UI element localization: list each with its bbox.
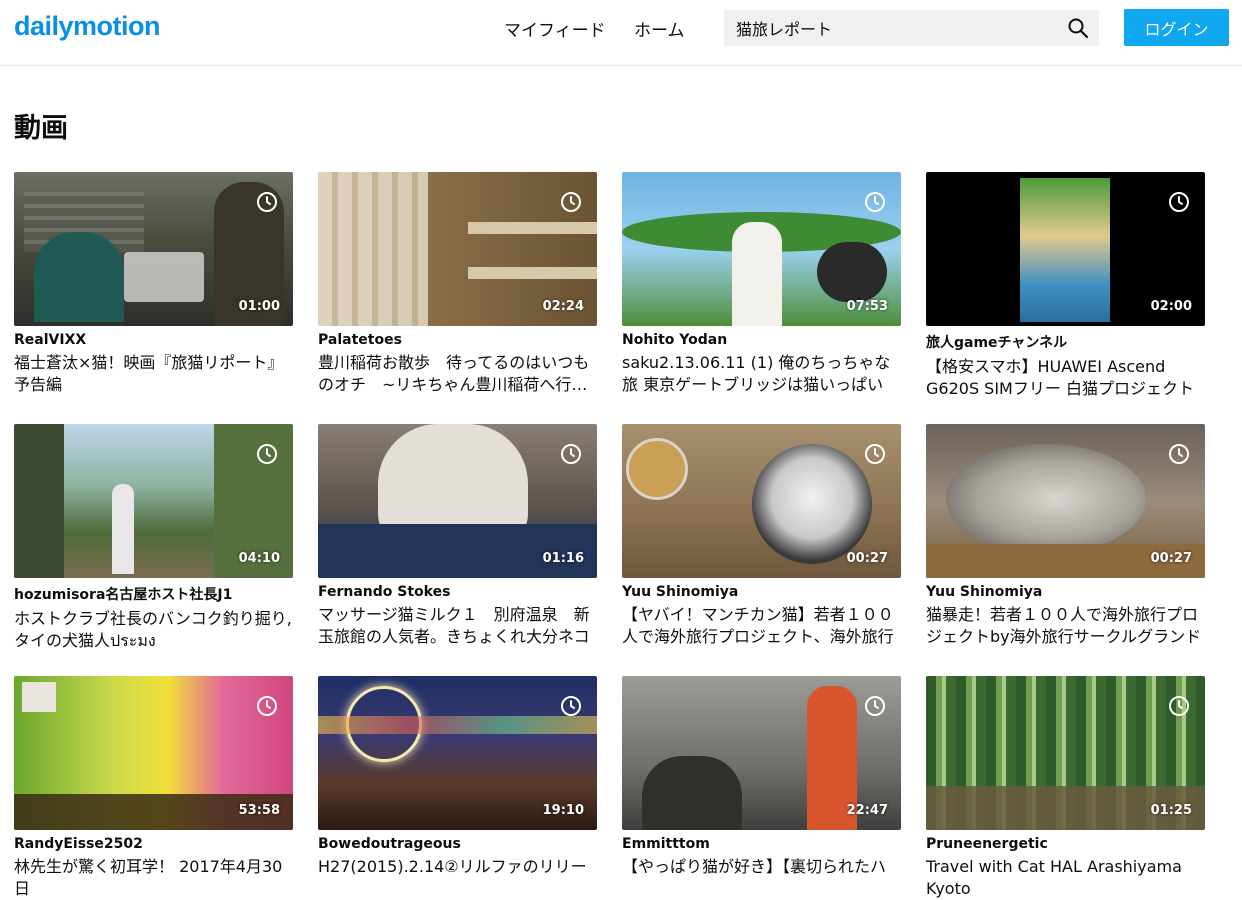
search-box	[724, 10, 1099, 46]
video-owner[interactable]: Emmitttom	[622, 836, 901, 852]
video-title[interactable]: H27(2015).2.14②リルファのリリー	[318, 856, 597, 900]
video-owner[interactable]: 旅人gameチャンネル	[926, 332, 1205, 352]
top-header: dailymotion マイフィード ホーム ログイン	[0, 0, 1242, 66]
video-thumbnail[interactable]: 01:16	[318, 424, 597, 578]
video-title[interactable]: 【格安スマホ】HUAWEI Ascend G620S SIMフリー 白猫プロジェ…	[926, 356, 1205, 400]
video-title[interactable]: 福士蒼汰×猫！映画『旅猫リポート』予告編	[14, 352, 293, 396]
video-card[interactable]: 01:25 Pruneenergetic Travel with Cat HAL…	[926, 676, 1205, 900]
video-owner[interactable]: Palatetoes	[318, 332, 597, 348]
video-duration: 00:27	[1150, 551, 1192, 566]
video-owner[interactable]: Bowedoutrageous	[318, 836, 597, 852]
dailymotion-logo[interactable]: dailymotion	[14, 11, 161, 42]
section-title-videos: 動画	[14, 113, 68, 144]
video-owner[interactable]: Fernando Stokes	[318, 584, 597, 600]
video-owner[interactable]: RealVIXX	[14, 332, 293, 348]
video-owner[interactable]: Pruneenergetic	[926, 836, 1205, 852]
video-duration: 22:47	[846, 803, 888, 818]
video-thumbnail[interactable]: 02:24	[318, 172, 597, 326]
video-owner[interactable]: Yuu Shinomiya	[926, 584, 1205, 600]
watch-later-icon[interactable]	[864, 191, 886, 213]
nav-my-feed[interactable]: マイフィード	[504, 16, 606, 41]
video-title[interactable]: saku2.13.06.11 (1) 俺のちっちゃな旅 東京ゲートブリッジは猫い…	[622, 352, 901, 396]
video-title[interactable]: マッサージ猫ミルク１ 別府温泉 新玉旅館の人気者。きちょくれ大分ネコ	[318, 604, 597, 648]
video-title[interactable]: 林先生が驚く初耳学！ 2017年4月30日	[14, 856, 293, 900]
video-card[interactable]: 00:27 Yuu Shinomiya 【ヤバイ！マンチカン猫】若者１００人で海…	[622, 424, 901, 648]
video-owner[interactable]: hozumisora名古屋ホスト社長J1	[14, 584, 293, 604]
video-card[interactable]: 07:53 Nohito Yodan saku2.13.06.11 (1) 俺の…	[622, 172, 901, 396]
watch-later-icon[interactable]	[560, 191, 582, 213]
video-card[interactable]: 02:24 Palatetoes 豊川稲荷お散歩 待ってるのはいつものオチ ~リ…	[318, 172, 597, 396]
video-thumbnail[interactable]: 07:53	[622, 172, 901, 326]
video-duration: 07:53	[846, 299, 888, 314]
nav-home[interactable]: ホーム	[634, 16, 685, 41]
video-thumbnail[interactable]: 53:58	[14, 676, 293, 830]
watch-later-icon[interactable]	[864, 443, 886, 465]
watch-later-icon[interactable]	[256, 695, 278, 717]
video-thumbnail[interactable]: 19:10	[318, 676, 597, 830]
video-card[interactable]: 00:27 Yuu Shinomiya 猫暴走！若者１００人で海外旅行プロジェク…	[926, 424, 1205, 648]
video-card[interactable]: 22:47 Emmitttom 【やっぱり猫が好き】【裏切られたハ	[622, 676, 901, 900]
video-card[interactable]: 01:16 Fernando Stokes マッサージ猫ミルク１ 別府温泉 新玉…	[318, 424, 597, 648]
video-thumbnail[interactable]: 01:00	[14, 172, 293, 326]
video-owner[interactable]: RandyEisse2502	[14, 836, 293, 852]
watch-later-icon[interactable]	[1168, 191, 1190, 213]
video-title[interactable]: Travel with Cat HAL Arashiyama Kyoto	[926, 856, 1205, 900]
video-thumbnail[interactable]: 04:10	[14, 424, 293, 578]
video-card[interactable]: 01:00 RealVIXX 福士蒼汰×猫！映画『旅猫リポート』予告編	[14, 172, 293, 396]
video-owner[interactable]: Nohito Yodan	[622, 332, 901, 348]
watch-later-icon[interactable]	[1168, 443, 1190, 465]
video-duration: 01:25	[1150, 803, 1192, 818]
video-duration: 02:24	[542, 299, 584, 314]
video-duration: 00:27	[846, 551, 888, 566]
video-title[interactable]: 【やっぱり猫が好き】【裏切られたハ	[622, 856, 901, 900]
video-title[interactable]: 豊川稲荷お散歩 待ってるのはいつものオチ ~リキちゃん豊川稲荷へ行く~	[318, 352, 597, 396]
video-card[interactable]: 02:00 旅人gameチャンネル 【格安スマホ】HUAWEI Ascend G…	[926, 172, 1205, 400]
watch-later-icon[interactable]	[864, 695, 886, 717]
video-thumbnail[interactable]: 22:47	[622, 676, 901, 830]
login-button[interactable]: ログイン	[1124, 9, 1229, 46]
video-duration: 19:10	[542, 803, 584, 818]
watch-later-icon[interactable]	[256, 443, 278, 465]
search-input[interactable]	[736, 10, 1056, 46]
video-card[interactable]: 04:10 hozumisora名古屋ホスト社長J1 ホストクラブ社長のバンコク…	[14, 424, 293, 652]
video-title[interactable]: ホストクラブ社長のバンコク釣り掘り,タイの犬猫人ประมง	[14, 608, 293, 652]
video-thumbnail[interactable]: 02:00	[926, 172, 1205, 326]
watch-later-icon[interactable]	[256, 191, 278, 213]
video-title[interactable]: 【ヤバイ！マンチカン猫】若者１００人で海外旅行プロジェクト、海外旅行	[622, 604, 901, 648]
video-duration: 01:00	[238, 299, 280, 314]
video-duration: 01:16	[542, 551, 584, 566]
video-duration: 02:00	[1150, 299, 1192, 314]
search-icon[interactable]	[1067, 17, 1089, 39]
video-duration: 53:58	[238, 803, 280, 818]
watch-later-icon[interactable]	[1168, 695, 1190, 717]
video-card[interactable]: 53:58 RandyEisse2502 林先生が驚く初耳学！ 2017年4月3…	[14, 676, 293, 900]
video-thumbnail[interactable]: 01:25	[926, 676, 1205, 830]
watch-later-icon[interactable]	[560, 695, 582, 717]
video-card[interactable]: 19:10 Bowedoutrageous H27(2015).2.14②リルフ…	[318, 676, 597, 900]
video-thumbnail[interactable]: 00:27	[622, 424, 901, 578]
watch-later-icon[interactable]	[560, 443, 582, 465]
video-thumbnail[interactable]: 00:27	[926, 424, 1205, 578]
video-duration: 04:10	[238, 551, 280, 566]
video-title[interactable]: 猫暴走！若者１００人で海外旅行プロジェクトby海外旅行サークルグランド	[926, 604, 1205, 648]
video-owner[interactable]: Yuu Shinomiya	[622, 584, 901, 600]
